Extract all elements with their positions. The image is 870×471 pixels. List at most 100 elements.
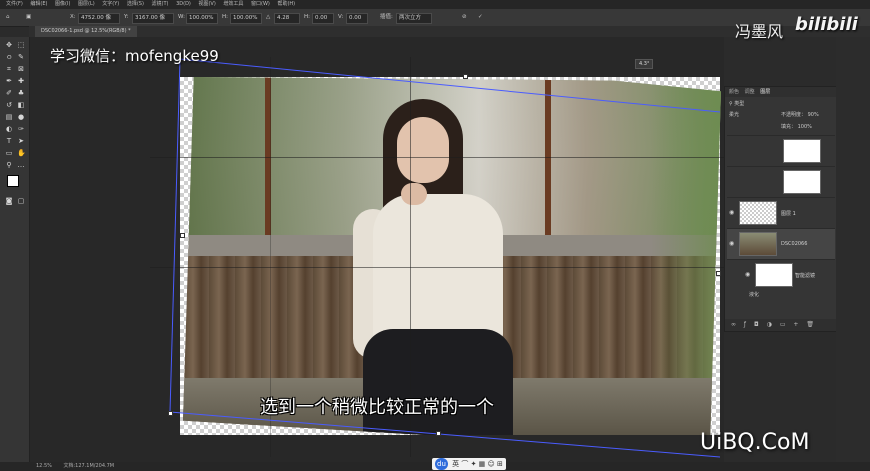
menu-item[interactable]: 窗口(W) [251, 0, 270, 9]
hand-tool-icon[interactable]: ✋ [17, 149, 26, 157]
smart-filter-row[interactable]: ◉ 智能滤镜 [727, 259, 835, 290]
eyedropper-tool-icon[interactable]: ✒ [5, 77, 13, 85]
menu-item[interactable]: 选择(S) [127, 0, 144, 9]
transform-handle-bottom[interactable] [436, 431, 441, 436]
visibility-eye-icon[interactable]: ◉ [745, 271, 750, 278]
h-skew-field[interactable]: 0.00 [312, 13, 334, 24]
dodge-tool-icon[interactable]: ◐ [5, 125, 13, 133]
visibility-eye-icon[interactable]: ◉ [729, 209, 734, 216]
panel-dock [836, 37, 870, 462]
opacity-control[interactable]: 不透明度： 90% [781, 111, 819, 118]
bilibili-logo: bilibili [795, 14, 858, 35]
zoom-level: 12.5% [36, 463, 52, 469]
menu-item[interactable]: 3D(D) [176, 0, 191, 9]
width-field[interactable]: 100.00% [186, 13, 218, 24]
brush-tool-icon[interactable]: ✐ [5, 89, 13, 97]
zoom-tool-icon[interactable]: ⚲ [5, 161, 13, 169]
filter-liquify[interactable]: 液化 [749, 291, 759, 298]
x-field[interactable]: 4752.00 像 [78, 13, 120, 24]
layer-mask-thumbnail [783, 170, 821, 194]
pen-tool-icon[interactable]: ✑ [17, 125, 25, 133]
menu-item[interactable]: 滤镜(T) [152, 0, 169, 9]
menu-item[interactable]: 文件(F) [6, 0, 23, 9]
filter-mask-thumbnail [755, 263, 793, 287]
menu-item[interactable]: 帮助(H) [277, 0, 295, 9]
angle-field[interactable]: 4.28 [274, 13, 300, 24]
lasso-tool-icon[interactable]: ഠ [5, 53, 13, 61]
document-size: 文档:127.1M/204.7M [63, 463, 115, 469]
v-skew-field[interactable]: 0.00 [346, 13, 368, 24]
adjustment-icon[interactable]: ◑ [767, 321, 772, 328]
type-tool-icon[interactable]: T [5, 137, 13, 145]
frame-tool-icon[interactable]: ⊠ [17, 65, 25, 73]
menu-item[interactable]: 增效工具 [223, 0, 243, 9]
video-subtitle: 选到一个稍微比较正常的一个 [260, 397, 494, 418]
layer-row-selected[interactable]: ◉ DSC02066 [727, 228, 835, 259]
layer-row[interactable] [727, 135, 835, 166]
layer-thumbnail [739, 232, 777, 256]
fx-icon[interactable]: ƒ [744, 321, 746, 328]
menu-item[interactable]: 编辑(E) [30, 0, 47, 9]
tools-panel: ✥ ⬚ ഠ ✎ ⌗ ⊠ ✒ ✚ ✐ ♣ ↺ ◧ ▤ ● ◐ ✑ T ➤ ▭ ✋ … [0, 37, 30, 462]
blend-mode-select[interactable]: 柔光 [729, 111, 739, 118]
transform-reference-icon[interactable]: ▣ [26, 9, 31, 26]
add-mask-icon[interactable]: ◘ [754, 321, 759, 328]
baidu-ime-icon: du [435, 458, 448, 470]
document-tab[interactable]: DSC02066-1.psd @ 12.5%(RGB/8) * [35, 26, 137, 37]
layer-thumbnail [739, 201, 777, 225]
kind-filter[interactable]: ⚲ 类型 [729, 100, 744, 107]
marquee-tool-icon[interactable]: ⬚ [17, 41, 25, 49]
canvas-area[interactable]: 4.3° 学习微信：mofengke99 选到一个稍微比较正常的一个 [30, 37, 724, 462]
stamp-tool-icon[interactable]: ♣ [17, 89, 25, 97]
cancel-icon[interactable]: ⊘ [462, 9, 467, 26]
panel-footer: ∞ ƒ ◘ ◑ ▭ + 🗑 [725, 319, 837, 331]
foreground-color-swatch[interactable] [7, 175, 19, 187]
folder-icon[interactable]: ▭ [780, 321, 786, 328]
layer-row[interactable]: ◉ 图层 1 [727, 197, 835, 228]
ime-icons: ⌒ ✦ ▦ ☺ ⊞ [461, 460, 503, 468]
fill-control[interactable]: 填充： 100% [781, 123, 812, 130]
menu-item[interactable]: 图像(I) [55, 0, 70, 9]
path-select-tool-icon[interactable]: ➤ [17, 137, 25, 145]
history-brush-tool-icon[interactable]: ↺ [5, 101, 13, 109]
layer-mask-thumbnail [783, 139, 821, 163]
eraser-tool-icon[interactable]: ◧ [17, 101, 25, 109]
gradient-tool-icon[interactable]: ▤ [5, 113, 13, 121]
y-field[interactable]: 3167.00 像 [132, 13, 174, 24]
menu-item[interactable]: 文字(Y) [102, 0, 119, 9]
more-tools-icon[interactable]: … [17, 161, 25, 169]
tab-adjustments[interactable]: 调整 [745, 89, 755, 95]
trash-icon[interactable]: 🗑 [806, 321, 814, 328]
transform-handle-right[interactable] [716, 271, 721, 276]
ime-toolbar[interactable]: du 英 ⌒ ✦ ▦ ☺ ⊞ [432, 458, 506, 470]
uploader-name: 冯墨风 [735, 22, 784, 41]
menu-bar: 文件(F) 编辑(E) 图像(I) 图层(L) 文字(Y) 选择(S) 滤镜(T… [0, 0, 870, 9]
layer-row[interactable] [727, 166, 835, 197]
transform-handle-top[interactable] [463, 74, 468, 79]
home-icon[interactable]: ⌂ [6, 9, 10, 26]
quick-select-tool-icon[interactable]: ✎ [17, 53, 25, 61]
screen-mode-icon[interactable]: ▢ [17, 197, 25, 205]
rotate-icon: △ [266, 14, 271, 20]
move-tool-icon[interactable]: ✥ [5, 41, 13, 49]
spot-heal-tool-icon[interactable]: ✚ [17, 77, 25, 85]
visibility-eye-icon[interactable]: ◉ [729, 240, 734, 247]
tab-color[interactable]: 颜色 [729, 89, 739, 95]
shape-tool-icon[interactable]: ▭ [5, 149, 13, 157]
wechat-watermark: 学习微信：mofengke99 [50, 47, 219, 65]
search-icon: ⚲ [729, 101, 733, 107]
menu-item[interactable]: 图层(L) [78, 0, 95, 9]
transform-handle-left[interactable] [180, 233, 185, 238]
menu-item[interactable]: 视图(V) [198, 0, 215, 9]
blur-tool-icon[interactable]: ● [17, 113, 25, 121]
interpolation-select[interactable]: 两次立方 [396, 13, 432, 24]
height-field[interactable]: 100.00% [230, 13, 262, 24]
new-layer-icon[interactable]: + [793, 321, 798, 328]
link-layers-icon[interactable]: ∞ [731, 321, 736, 328]
layers-panel: 颜色 调整 图层 ⚲ 类型 柔光 不透明度： 90% 填充： 100% ◉ 图层… [724, 86, 838, 332]
quick-mask-icon[interactable]: ◙ [5, 197, 13, 205]
crop-tool-icon[interactable]: ⌗ [5, 65, 13, 73]
rotation-angle-readout: 4.3° [635, 59, 654, 69]
tab-layers[interactable]: 图层 [760, 89, 770, 95]
commit-icon[interactable]: ✓ [478, 9, 483, 26]
